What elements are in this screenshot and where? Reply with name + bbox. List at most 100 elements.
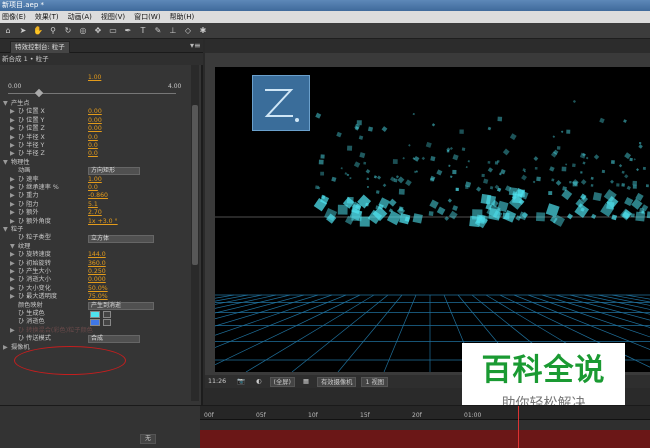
top-value[interactable]: 1.00 bbox=[88, 74, 101, 81]
menu-item-3[interactable]: 视图(V) bbox=[101, 11, 125, 23]
color-swatch[interactable] bbox=[90, 318, 100, 326]
timeline-ruler[interactable]: 00f 05f 10f 15f 20f 01:00 bbox=[200, 406, 650, 420]
property-row[interactable]: ▶ ひ 阻力 5.1 bbox=[0, 201, 190, 209]
menu-item-1[interactable]: 效果(T) bbox=[35, 11, 59, 23]
eyedropper-icon[interactable] bbox=[103, 318, 111, 326]
property-dropdown[interactable]: 合成 bbox=[88, 335, 140, 344]
twirl-arrow-icon[interactable]: ▶ bbox=[10, 218, 15, 226]
twirl-arrow-icon[interactable]: ▶ bbox=[10, 276, 15, 284]
property-value[interactable]: 0.0 bbox=[88, 150, 98, 158]
property-dropdown[interactable]: 方向矩形 bbox=[88, 167, 140, 176]
property-row[interactable]: ▶ ひ 半径 X 0.0 bbox=[0, 134, 190, 142]
text-tool-icon[interactable]: T bbox=[137, 25, 149, 37]
property-row[interactable]: ▼ 纹理 bbox=[0, 243, 190, 251]
property-value[interactable]: 0.00 bbox=[88, 125, 102, 133]
snapshot-icon[interactable]: 📷 bbox=[234, 377, 248, 387]
zoom-readout[interactable]: 11:26 bbox=[205, 377, 229, 387]
property-value[interactable]: 50.0% bbox=[88, 285, 108, 293]
property-value[interactable]: 144.0 bbox=[88, 251, 106, 259]
home-icon[interactable]: ⌂ bbox=[2, 25, 14, 37]
property-value[interactable]: 360.0 bbox=[88, 260, 106, 268]
property-value[interactable]: 75.0% bbox=[88, 293, 108, 301]
twirl-arrow-icon[interactable]: ▶ bbox=[10, 201, 15, 209]
twirl-arrow-icon[interactable]: ▼ bbox=[3, 159, 8, 167]
property-row[interactable]: ▶ ひ 位置 X 0.00 bbox=[0, 108, 190, 116]
views-select[interactable]: 1 视图 bbox=[361, 376, 389, 387]
color-channel-icon[interactable]: ◐ bbox=[253, 377, 265, 387]
timeline-mode-select[interactable]: 无 bbox=[140, 434, 157, 444]
twirl-arrow-icon[interactable]: ▶ bbox=[10, 108, 15, 116]
property-value[interactable]: 0.0 bbox=[88, 134, 98, 142]
property-row[interactable]: ひ 粒子类型 立方体 bbox=[0, 234, 190, 243]
menu-item-5[interactable]: 帮助(H) bbox=[170, 11, 195, 23]
twirl-arrow-icon[interactable]: ▶ bbox=[3, 344, 8, 352]
property-value[interactable]: 0.000 bbox=[88, 276, 106, 284]
selection-tool-icon[interactable]: ➤ bbox=[17, 25, 29, 37]
property-dropdown[interactable]: 立方体 bbox=[88, 234, 154, 243]
panel-scrollbar[interactable] bbox=[191, 65, 199, 401]
property-value[interactable]: 0.00 bbox=[88, 117, 102, 125]
property-row[interactable]: ▶ ひ 最大透明度 75.0% bbox=[0, 293, 190, 301]
property-value[interactable]: 1x +3.0 ° bbox=[88, 218, 118, 226]
property-value[interactable]: 5.1 bbox=[88, 201, 98, 209]
twirl-arrow-icon[interactable]: ▶ bbox=[10, 150, 15, 158]
value-slider-track[interactable] bbox=[8, 93, 176, 94]
color-swatch[interactable] bbox=[90, 310, 100, 318]
property-row[interactable]: ▶ ひ 位置 Y 0.00 bbox=[0, 117, 190, 125]
property-value[interactable]: 0.250 bbox=[88, 268, 106, 276]
property-row[interactable]: ▶ ひ 位置 Z 0.00 bbox=[0, 125, 190, 133]
composition-canvas[interactable] bbox=[215, 67, 650, 372]
property-row[interactable]: ▶ ひ 大小变化 50.0% bbox=[0, 285, 190, 293]
pan-tool-icon[interactable]: ✥ bbox=[92, 25, 104, 37]
current-time-indicator[interactable] bbox=[518, 406, 519, 448]
twirl-arrow-icon[interactable]: ▼ bbox=[3, 226, 8, 234]
property-dropdown[interactable]: 产生到消逝 bbox=[88, 301, 154, 310]
mask-tool-icon[interactable]: ▭ bbox=[107, 25, 119, 37]
resolution-select[interactable]: (全屏) bbox=[269, 376, 296, 387]
property-row[interactable]: ▶ ひ 额外角度 1x +3.0 ° bbox=[0, 218, 190, 226]
property-row[interactable]: ▼ 物理性 bbox=[0, 159, 190, 167]
menu-item-0[interactable]: 图像(E) bbox=[2, 11, 26, 23]
eraser-tool-icon[interactable]: ◇ bbox=[182, 25, 194, 37]
region-icon[interactable]: ▦ bbox=[300, 377, 312, 387]
property-row[interactable]: 颜色映射 产生到消逝 bbox=[0, 302, 190, 310]
property-value[interactable]: 0.00 bbox=[88, 108, 102, 116]
property-value[interactable]: 0.0 bbox=[88, 142, 98, 150]
property-row[interactable]: ▶ ひ 转换混合(彩色)粒子颜色 bbox=[0, 327, 190, 335]
property-row[interactable]: ▶ ひ 重力 -0.860 bbox=[0, 192, 190, 200]
property-row[interactable]: ▶ ひ 半径 Z 0.0 bbox=[0, 150, 190, 158]
twirl-arrow-icon[interactable]: ▶ bbox=[10, 251, 15, 259]
eyedropper-icon[interactable] bbox=[103, 310, 111, 318]
property-row[interactable]: ひ 消逝色 bbox=[0, 318, 190, 326]
twirl-arrow-icon[interactable]: ▶ bbox=[10, 293, 15, 301]
twirl-arrow-icon[interactable]: ▶ bbox=[10, 260, 15, 268]
pen-tool-icon[interactable]: ✒ bbox=[122, 25, 134, 37]
twirl-arrow-icon[interactable]: ▶ bbox=[10, 125, 15, 133]
twirl-arrow-icon[interactable]: ▶ bbox=[10, 117, 15, 125]
menu-item-2[interactable]: 动画(A) bbox=[68, 11, 92, 23]
twirl-arrow-icon[interactable]: ▶ bbox=[10, 134, 15, 142]
property-value[interactable]: 2.70 bbox=[88, 209, 102, 217]
property-value[interactable]: -0.860 bbox=[88, 192, 108, 200]
menu-item-4[interactable]: 窗口(W) bbox=[134, 11, 160, 23]
scrollbar-thumb[interactable] bbox=[192, 105, 198, 265]
twirl-arrow-icon[interactable]: ▶ bbox=[10, 184, 15, 192]
value-slider-knob[interactable] bbox=[34, 88, 44, 98]
rotate-tool-icon[interactable]: ↻ bbox=[62, 25, 74, 37]
panel-menu-icon[interactable]: ▾≡ bbox=[190, 41, 201, 51]
property-row[interactable]: ▶ ひ 旋转速度 144.0 bbox=[0, 251, 190, 259]
camera-tool-icon[interactable]: ◎ bbox=[77, 25, 89, 37]
twirl-arrow-icon[interactable]: ▶ bbox=[10, 268, 15, 276]
twirl-arrow-icon[interactable]: ▶ bbox=[10, 192, 15, 200]
property-row[interactable]: ▶ ひ 额外 2.70 bbox=[0, 209, 190, 217]
property-row[interactable]: 动画 方向矩形 bbox=[0, 167, 190, 176]
twirl-arrow-icon[interactable]: ▼ bbox=[3, 100, 8, 108]
twirl-arrow-icon[interactable]: ▶ bbox=[10, 285, 15, 293]
camera-select[interactable]: 有效摄像机 bbox=[316, 376, 357, 387]
stamp-tool-icon[interactable]: ⊥ bbox=[167, 25, 179, 37]
property-row[interactable]: ▶ ひ 初始旋转 360.0 bbox=[0, 260, 190, 268]
tab-effect-controls[interactable]: 特效控制台: 粒子 bbox=[10, 41, 70, 53]
hand-tool-icon[interactable]: ✋ bbox=[32, 25, 44, 37]
twirl-arrow-icon[interactable]: ▶ bbox=[10, 209, 15, 217]
layer-duration-bar[interactable] bbox=[200, 430, 650, 448]
